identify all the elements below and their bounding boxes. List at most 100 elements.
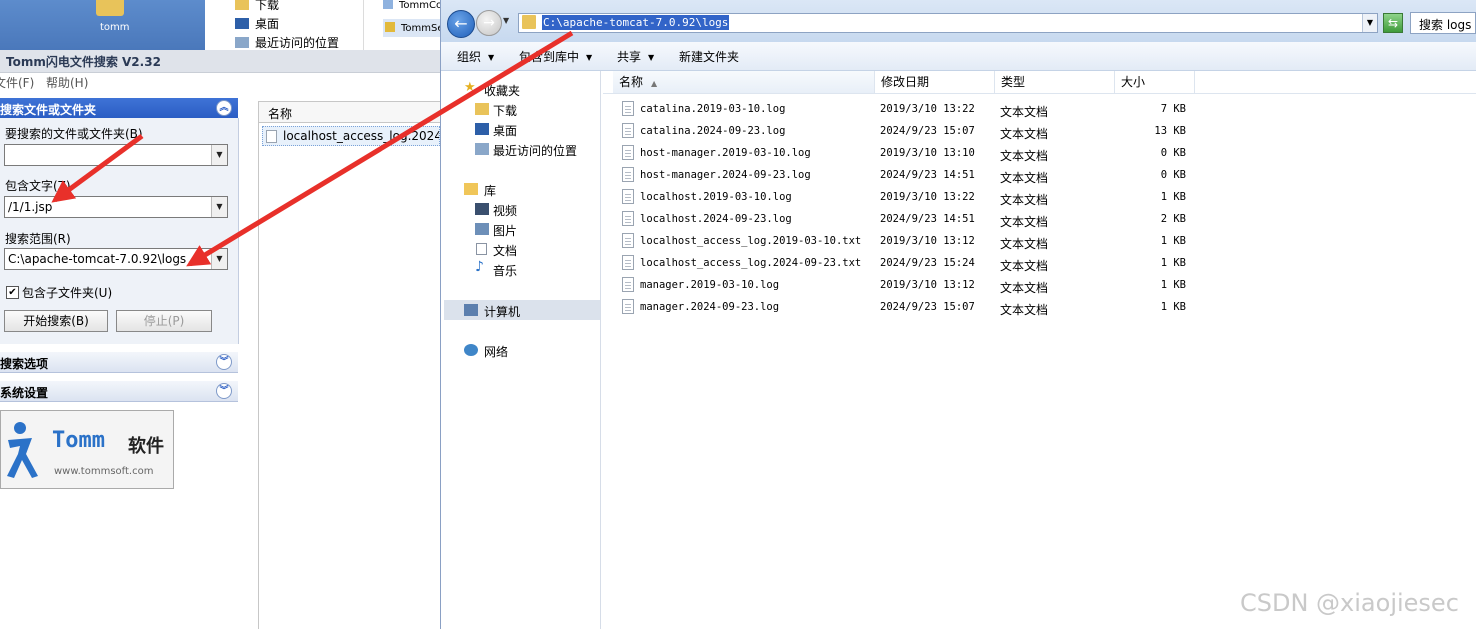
folder-icon xyxy=(235,0,249,10)
start-search-button[interactable]: 开始搜索(B) xyxy=(4,310,108,332)
text-file-icon xyxy=(622,233,634,248)
nav-music[interactable]: ♪ 音乐 xyxy=(442,259,600,279)
forward-button[interactable]: → xyxy=(476,10,502,36)
back-button[interactable]: ← xyxy=(447,10,475,38)
file-type: 文本文档 xyxy=(1000,105,1049,119)
file-type: 文本文档 xyxy=(1000,259,1049,273)
nav-recent-places[interactable]: 最近访问的位置 xyxy=(442,139,600,159)
file-name: manager.2024-09-23.log xyxy=(640,301,780,313)
nav-computer[interactable]: 计算机 xyxy=(442,300,600,320)
contains-text-label: 包含文字(Z) xyxy=(5,179,71,193)
app-title: Tomm闪电文件搜索 V2.32 xyxy=(6,55,161,69)
file-name: localhost_access_log.2024-09-23.txt xyxy=(640,257,862,269)
chevron-down-icon[interactable]: ︾ xyxy=(216,354,232,370)
section-settings-header[interactable]: 系统设置 ︾ xyxy=(0,381,238,402)
include-in-library-menu[interactable]: 包含到库中 ▼ xyxy=(519,48,592,65)
filename-label: 要搜索的文件或文件夹(B) xyxy=(5,127,143,141)
nav-pictures[interactable]: 图片 xyxy=(442,219,600,239)
dropdown-arrow-icon[interactable]: ▼ xyxy=(211,145,227,165)
nav-libraries[interactable]: 库 xyxy=(442,179,600,199)
organize-menu[interactable]: 组织 ▼ xyxy=(457,48,494,65)
nav-downloads[interactable]: 下载 xyxy=(442,99,600,119)
file-row[interactable]: localhost.2024-09-23.log 2024/9/23 14:51 文… xyxy=(620,210,1200,230)
file-row[interactable]: localhost.2019-03-10.log 2019/3/10 13:22 文… xyxy=(620,188,1200,208)
dropdown-arrow-icon[interactable]: ▼ xyxy=(211,197,227,217)
address-text[interactable]: C:\apache-tomcat-7.0.92\logs xyxy=(542,15,730,30)
desktop-icon xyxy=(475,123,489,135)
column-name[interactable]: 名称 ▲ xyxy=(613,71,875,93)
search-scope-combo[interactable]: C:\apache-tomcat-7.0.92\logs ▼ xyxy=(4,248,228,270)
file-row[interactable]: localhost_access_log.2019-03-10.txt 2019/… xyxy=(620,232,1200,252)
file-size: 1 KB xyxy=(1160,191,1186,203)
include-subfolders-label: 包含子文件夹(U) xyxy=(22,286,113,300)
column-date[interactable]: 修改日期 xyxy=(875,71,995,93)
result-row[interactable]: localhost_access_log.2024-0 xyxy=(262,126,440,146)
menu-help[interactable]: 帮助(H) xyxy=(46,74,88,91)
chevron-down-icon[interactable]: ︾ xyxy=(216,383,232,399)
dropdown-arrow-icon: ▼ xyxy=(488,53,495,62)
file-name: host-manager.2024-09-23.log xyxy=(640,169,811,181)
file-size: 1 KB xyxy=(1160,279,1186,291)
file-row[interactable]: host-manager.2024-09-23.log 2024/9/23 14:… xyxy=(620,166,1200,186)
nav-network[interactable]: 网络 xyxy=(442,340,600,360)
filename-combo[interactable]: ▼ xyxy=(4,144,228,166)
chevron-up-icon[interactable]: ︽ xyxy=(216,100,232,116)
section-search-header[interactable]: 搜索文件或文件夹 ︽ xyxy=(0,98,238,118)
music-library-icon: ♪ xyxy=(475,259,484,275)
text-file-icon xyxy=(622,277,634,292)
list-item[interactable]: TommCo xyxy=(383,0,442,11)
recent-places-icon xyxy=(475,143,489,155)
results-column-header[interactable]: 名称 xyxy=(258,101,440,123)
star-icon: ★ xyxy=(464,80,476,95)
file-size: 0 KB xyxy=(1160,169,1186,181)
file-type: 文本文档 xyxy=(1000,215,1049,229)
divider xyxy=(258,123,259,629)
file-name: localhost.2019-03-10.log xyxy=(640,191,792,203)
new-folder-button[interactable]: 新建文件夹 xyxy=(679,48,739,65)
file-icon xyxy=(383,0,393,9)
file-type: 文本文档 xyxy=(1000,171,1049,185)
list-item[interactable]: TommSe xyxy=(383,19,444,37)
recent-places-icon xyxy=(235,37,249,48)
address-dropdown-icon[interactable]: ▼ xyxy=(1362,14,1377,32)
bg-nav-item-downloads[interactable]: 下载 xyxy=(205,0,363,15)
file-row[interactable]: localhost_access_log.2024-09-23.txt 2024/… xyxy=(620,254,1200,274)
file-row[interactable]: manager.2019-03-10.log 2019/3/10 13:12 文本文… xyxy=(620,276,1200,296)
file-date: 2024/9/23 14:51 xyxy=(880,169,975,181)
dropdown-arrow-icon[interactable]: ▼ xyxy=(211,249,227,269)
bg-nav-item-desktop[interactable]: 桌面 xyxy=(205,15,363,34)
logo-url: www.tommsoft.com xyxy=(54,466,154,477)
file-date: 2024/9/23 14:51 xyxy=(880,213,975,225)
file-name: host-manager.2019-03-10.log xyxy=(640,147,811,159)
file-row[interactable]: catalina.2019-03-10.log 2019/3/10 13:22 文本… xyxy=(620,100,1200,120)
stop-button[interactable]: 停止(P) xyxy=(116,310,212,332)
nav-favorites[interactable]: ★ 收藏夹 xyxy=(442,79,600,99)
file-date: 2019/3/10 13:10 xyxy=(880,147,975,159)
file-type: 文本文档 xyxy=(1000,149,1049,163)
menu-file[interactable]: 文件(F) xyxy=(0,74,34,91)
column-size[interactable]: 大小 xyxy=(1115,71,1195,93)
file-row[interactable]: manager.2024-09-23.log 2024/9/23 15:07 文本文… xyxy=(620,298,1200,318)
file-row[interactable]: catalina.2024-09-23.log 2024/9/23 15:07 文本… xyxy=(620,122,1200,142)
nav-desktop[interactable]: 桌面 xyxy=(442,119,600,139)
file-name: localhost.2024-09-23.log xyxy=(640,213,792,225)
file-size: 1 KB xyxy=(1160,301,1186,313)
column-type[interactable]: 类型 xyxy=(995,71,1115,93)
library-icon xyxy=(464,183,478,195)
history-dropdown-icon[interactable]: ▼ xyxy=(503,16,509,25)
refresh-button[interactable]: ⇆ xyxy=(1383,13,1403,33)
text-file-icon xyxy=(622,145,634,160)
file-size: 2 KB xyxy=(1160,213,1186,225)
nav-videos[interactable]: 视频 xyxy=(442,199,600,219)
section-options-header[interactable]: 搜索选项 ︾ xyxy=(0,352,238,373)
file-type: 文本文档 xyxy=(1000,281,1049,295)
explorer-toolbar xyxy=(441,42,1476,71)
nav-documents[interactable]: 文档 xyxy=(442,239,600,259)
include-subfolders-checkbox[interactable]: ✔ xyxy=(6,286,19,299)
search-logs-input[interactable]: 搜索 logs xyxy=(1410,12,1476,34)
contains-text-combo[interactable]: /1/1.jsp ▼ xyxy=(4,196,228,218)
search-scope-value: C:\apache-tomcat-7.0.92\logs xyxy=(8,252,187,266)
file-row[interactable]: host-manager.2019-03-10.log 2019/3/10 13:… xyxy=(620,144,1200,164)
file-name: manager.2019-03-10.log xyxy=(640,279,780,291)
share-menu[interactable]: 共享 ▼ xyxy=(617,48,654,65)
